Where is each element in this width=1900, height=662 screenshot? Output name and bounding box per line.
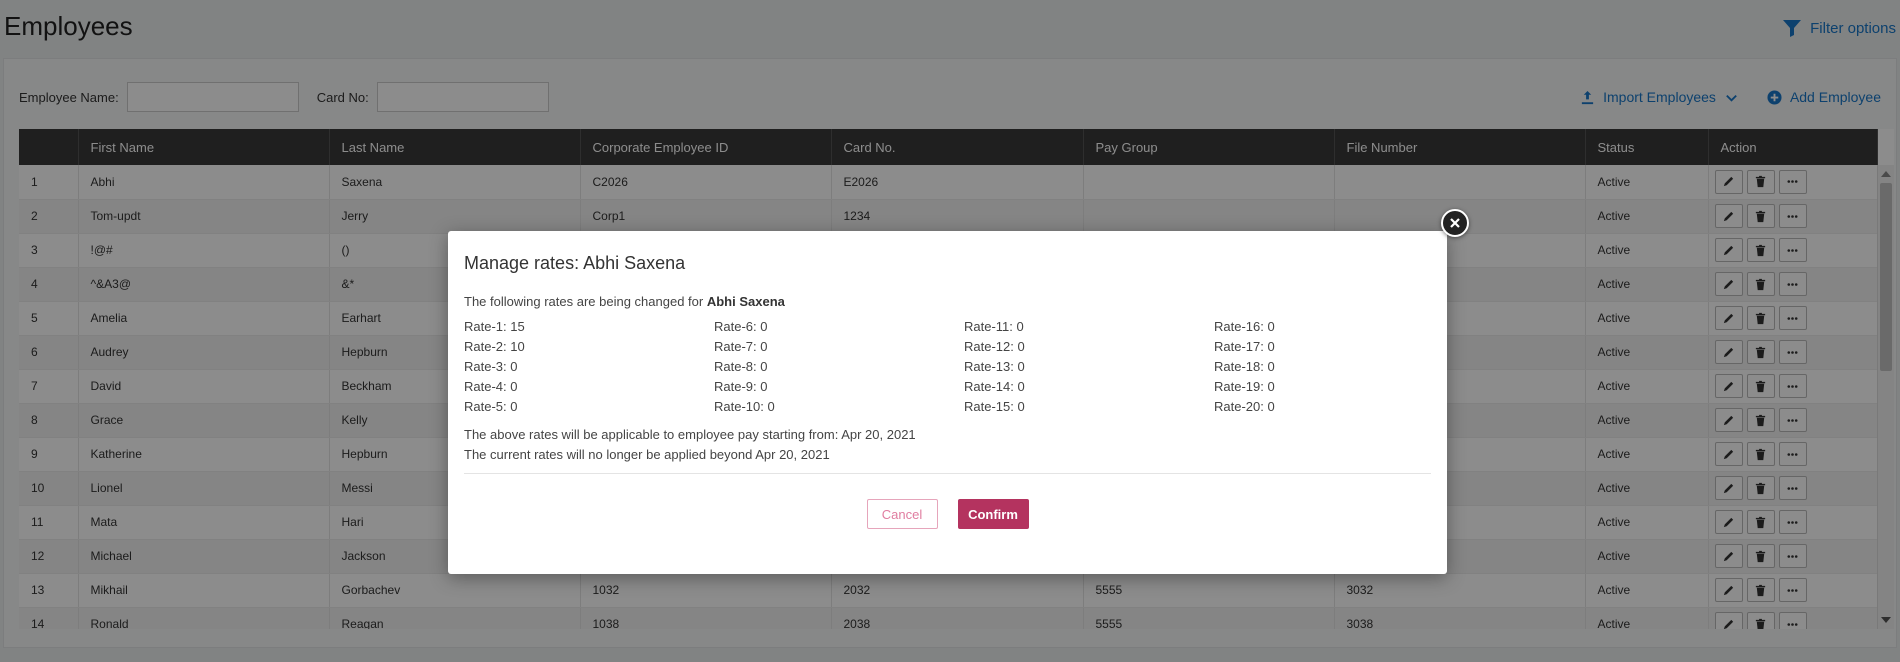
rate-item: Rate-13: 0 bbox=[964, 359, 1025, 374]
close-icon bbox=[1450, 218, 1460, 228]
rate-item: Rate-14: 0 bbox=[964, 379, 1025, 394]
rate-item: Rate-10: 0 bbox=[714, 399, 775, 414]
manage-rates-dialog: Manage rates: Abhi Saxena The following … bbox=[448, 231, 1447, 574]
rate-item: Rate-7: 0 bbox=[714, 339, 768, 354]
rate-item: Rate-16: 0 bbox=[1214, 319, 1275, 334]
rates-list: Rate-1: 15 Rate-2: 10 Rate-3: 0 Rate-4: 0 Ra… bbox=[464, 317, 1431, 417]
rate-item: Rate-19: 0 bbox=[1214, 379, 1275, 394]
confirm-button[interactable]: Confirm bbox=[957, 499, 1029, 529]
rates-end-note: The current rates will no longer be appl… bbox=[464, 447, 830, 462]
rate-item: Rate-12: 0 bbox=[964, 339, 1025, 354]
rate-item: Rate-11: 0 bbox=[964, 319, 1024, 334]
rate-item: Rate-3: 0 bbox=[464, 359, 518, 374]
dialog-title: Manage rates: Abhi Saxena bbox=[464, 253, 686, 273]
rate-item: Rate-15: 0 bbox=[964, 399, 1025, 414]
rate-item: Rate-1: 15 bbox=[464, 319, 525, 334]
dialog-intro: The following rates are being changed fo… bbox=[464, 294, 1431, 309]
rate-item: Rate-18: 0 bbox=[1214, 359, 1275, 374]
rate-item: Rate-20: 0 bbox=[1214, 399, 1275, 414]
dialog-employee-name: Abhi Saxena bbox=[706, 294, 785, 309]
dialog-intro-text: The following rates are being changed fo… bbox=[464, 294, 704, 309]
rate-item: Rate-6: 0 bbox=[714, 319, 768, 334]
dialog-divider bbox=[464, 473, 1431, 474]
rate-item: Rate-4: 0 bbox=[464, 379, 518, 394]
dialog-footer: Cancel Confirm bbox=[464, 499, 1431, 529]
rate-item: Rate-2: 10 bbox=[464, 339, 525, 354]
rate-item: Rate-8: 0 bbox=[714, 359, 768, 374]
cancel-button[interactable]: Cancel bbox=[866, 499, 938, 529]
dialog-close-button[interactable] bbox=[1441, 209, 1469, 237]
rates-start-note: The above rates will be applicable to em… bbox=[464, 427, 916, 442]
rate-item: Rate-9: 0 bbox=[714, 379, 768, 394]
rate-item: Rate-5: 0 bbox=[464, 399, 518, 414]
rate-item: Rate-17: 0 bbox=[1214, 339, 1275, 354]
